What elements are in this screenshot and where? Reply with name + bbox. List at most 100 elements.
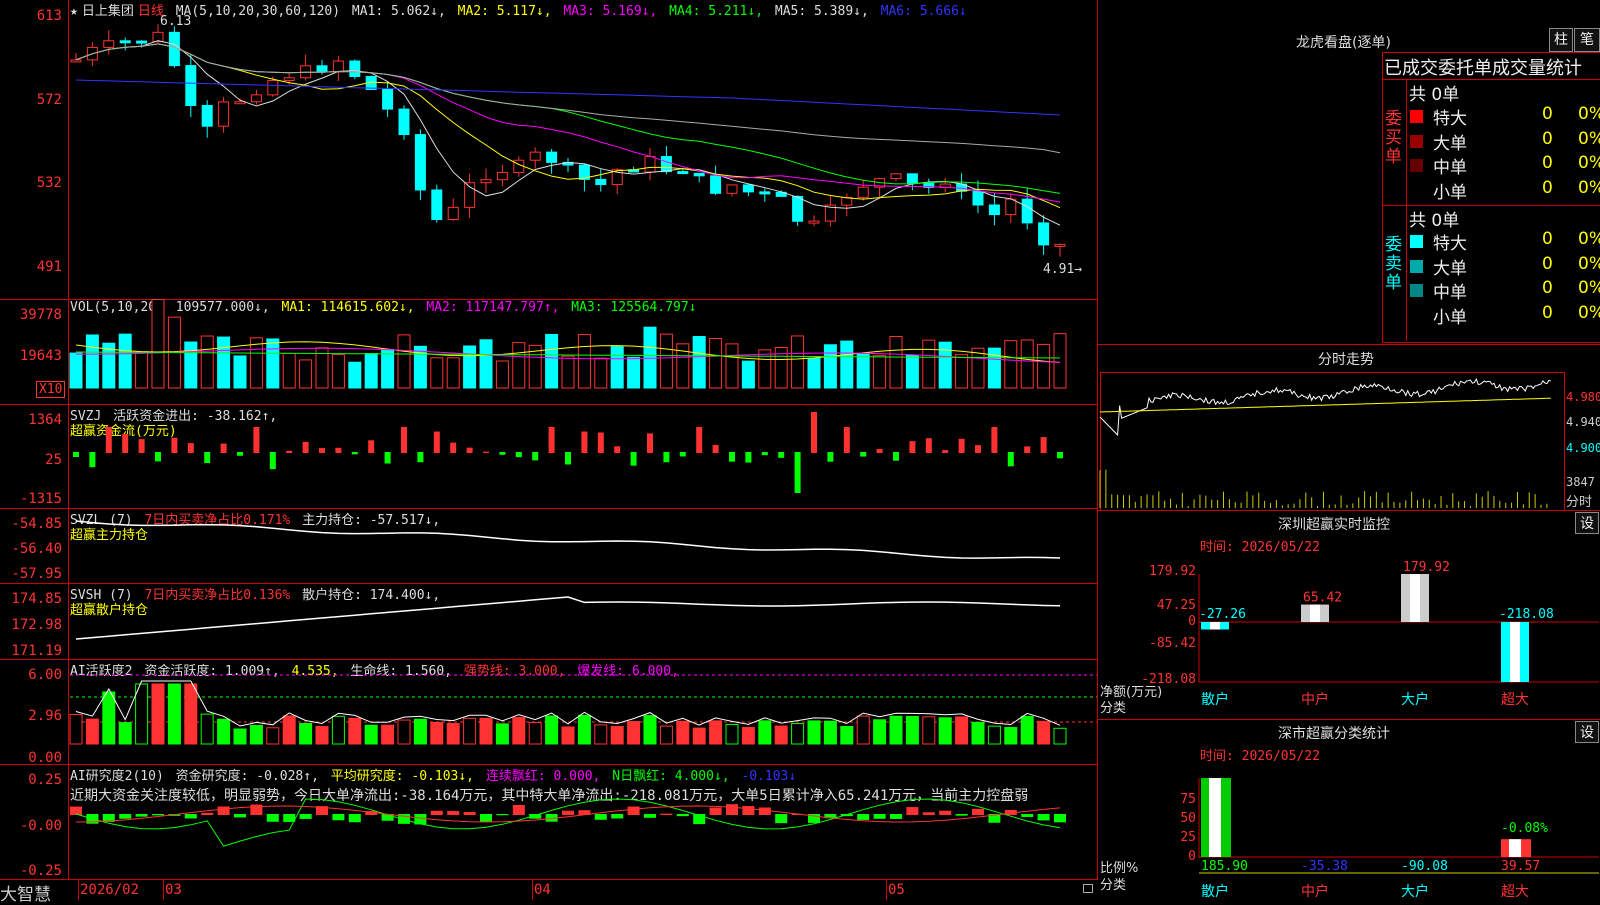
sz-monitor-settings-button[interactable]: 设 [1575, 512, 1599, 534]
fund-flow-bar [647, 433, 653, 453]
volume-chart[interactable] [69, 298, 1097, 404]
sz-monitor-chart[interactable]: -27.26 散户 65.42 中户 179.92 大户 -218.08 超大 [1198, 560, 1600, 714]
candle [496, 171, 508, 181]
order-row-name: 中单 [1433, 283, 1467, 303]
intraday-title: 分时走势 [1318, 352, 1374, 368]
activity-bar [135, 683, 149, 745]
candlestick-chart[interactable] [70, 20, 1097, 298]
candle [759, 191, 771, 195]
volume-bar [266, 338, 280, 389]
market-class-time: 时间: 2026/05/22 [1200, 749, 1320, 764]
order-row-v: 0 [1542, 153, 1553, 173]
svzj-axis-1: 1364 [28, 412, 62, 428]
fund-flow-bar [925, 438, 932, 453]
ai1-axis-1: 6.00 [28, 667, 62, 683]
fund-flow-bar [401, 427, 407, 453]
fund-flow-bar [417, 452, 424, 463]
research-bar [299, 814, 312, 819]
candle [267, 79, 279, 96]
intraday-chart[interactable] [1099, 372, 1563, 509]
candle [431, 189, 443, 221]
svzl-line-chart[interactable] [70, 509, 1097, 583]
research-bar [709, 807, 722, 815]
activity-bar [102, 691, 116, 745]
order-row-name: 特大 [1433, 234, 1467, 254]
order-row-swatch [1410, 110, 1423, 123]
fund-flow-bar [204, 452, 211, 464]
intraday-avg-line [1099, 397, 1551, 413]
research-bar [447, 811, 460, 815]
fund-flow-bar [794, 452, 801, 493]
activity-bar [1004, 727, 1018, 745]
activity-bar [545, 715, 559, 745]
market-class-chart[interactable]: 185.90 散户 -35.38 中户 -90.08 大户 39.57 超大 -0.08% [1198, 770, 1600, 900]
ma3-value: MA3: 5.169↓, [563, 4, 658, 19]
fund-flow-bar [663, 452, 670, 463]
order-row-swatch [1410, 184, 1423, 197]
order-row-name: 大单 [1433, 133, 1467, 154]
research-bar [266, 814, 279, 822]
fund-flow-bar [778, 452, 785, 458]
activity-bar [528, 722, 542, 745]
order-row-v: 0 [1542, 302, 1553, 323]
tick-mode-button[interactable]: 笔 [1574, 28, 1600, 52]
bar-mode-button[interactable]: 柱 [1549, 28, 1573, 52]
volume-bar [807, 357, 821, 389]
candle [742, 184, 754, 193]
sell-total: 共 0单 [1409, 211, 1460, 231]
candle [529, 151, 541, 161]
date-05: 05 [888, 882, 905, 898]
order-row-swatch [1410, 235, 1423, 248]
sz-bar-highlight [1310, 604, 1320, 622]
svsh-line-chart[interactable] [70, 584, 1097, 659]
research-bar [463, 812, 476, 815]
buy-total: 共 0单 [1409, 85, 1460, 105]
candle [414, 134, 426, 191]
lock-icon[interactable] [1083, 884, 1093, 893]
price-axis-491: 491 [36, 259, 62, 275]
market-class-settings-button[interactable]: 设 [1575, 721, 1599, 743]
fund-flow-bar [679, 452, 686, 457]
fund-flow-bar [696, 427, 703, 453]
order-row-name: 中单 [1433, 158, 1467, 178]
sz-axis-tick: 179.92 [1149, 564, 1196, 579]
svzj-bar-chart[interactable] [70, 405, 1097, 508]
research-bar [152, 814, 164, 816]
fund-flow-bar [286, 450, 293, 453]
class-axis-tick: 50 [1180, 811, 1196, 826]
fund-flow-bar [351, 452, 358, 455]
research-bar [348, 814, 361, 823]
ai-research-chart[interactable] [70, 798, 1097, 880]
candle [1038, 222, 1050, 246]
volume-bar [758, 349, 772, 389]
candle [218, 101, 230, 127]
activity-bar [315, 725, 329, 745]
sz-value-label: 179.92 [1403, 560, 1450, 575]
volume-bar [381, 348, 395, 389]
fund-flow-bar [1007, 452, 1014, 467]
activity-bar [905, 715, 919, 745]
date-04: 04 [534, 882, 551, 898]
candle [136, 40, 148, 44]
research-bar [234, 814, 246, 818]
activity-bar [758, 720, 772, 745]
activity-bar [955, 716, 969, 745]
svsh-axis-2: 172.98 [11, 617, 62, 633]
price-axis-613: 613 [36, 8, 62, 24]
activity-bar [610, 725, 624, 745]
svsh-axis-3: 171.19 [11, 643, 62, 659]
ai2-title: AI研究度2(10) [70, 769, 164, 784]
svzl-axis-2: -56.40 [11, 541, 62, 557]
activity-bar [692, 727, 706, 745]
fund-flow-bar [1040, 437, 1047, 453]
fund-flow-bar [499, 452, 506, 455]
activity-bar [1053, 727, 1067, 745]
fund-flow-bar [843, 427, 850, 453]
volume-bar [594, 357, 608, 389]
class-value-label: -90.08 [1401, 859, 1448, 874]
stock-name[interactable]: 日上集团 [82, 4, 134, 19]
research-bar [660, 813, 673, 815]
ai-activity-chart[interactable] [69, 660, 1097, 764]
candle [185, 65, 197, 107]
dragon-tiger-title: 龙虎看盘(逐单) [1296, 35, 1391, 51]
